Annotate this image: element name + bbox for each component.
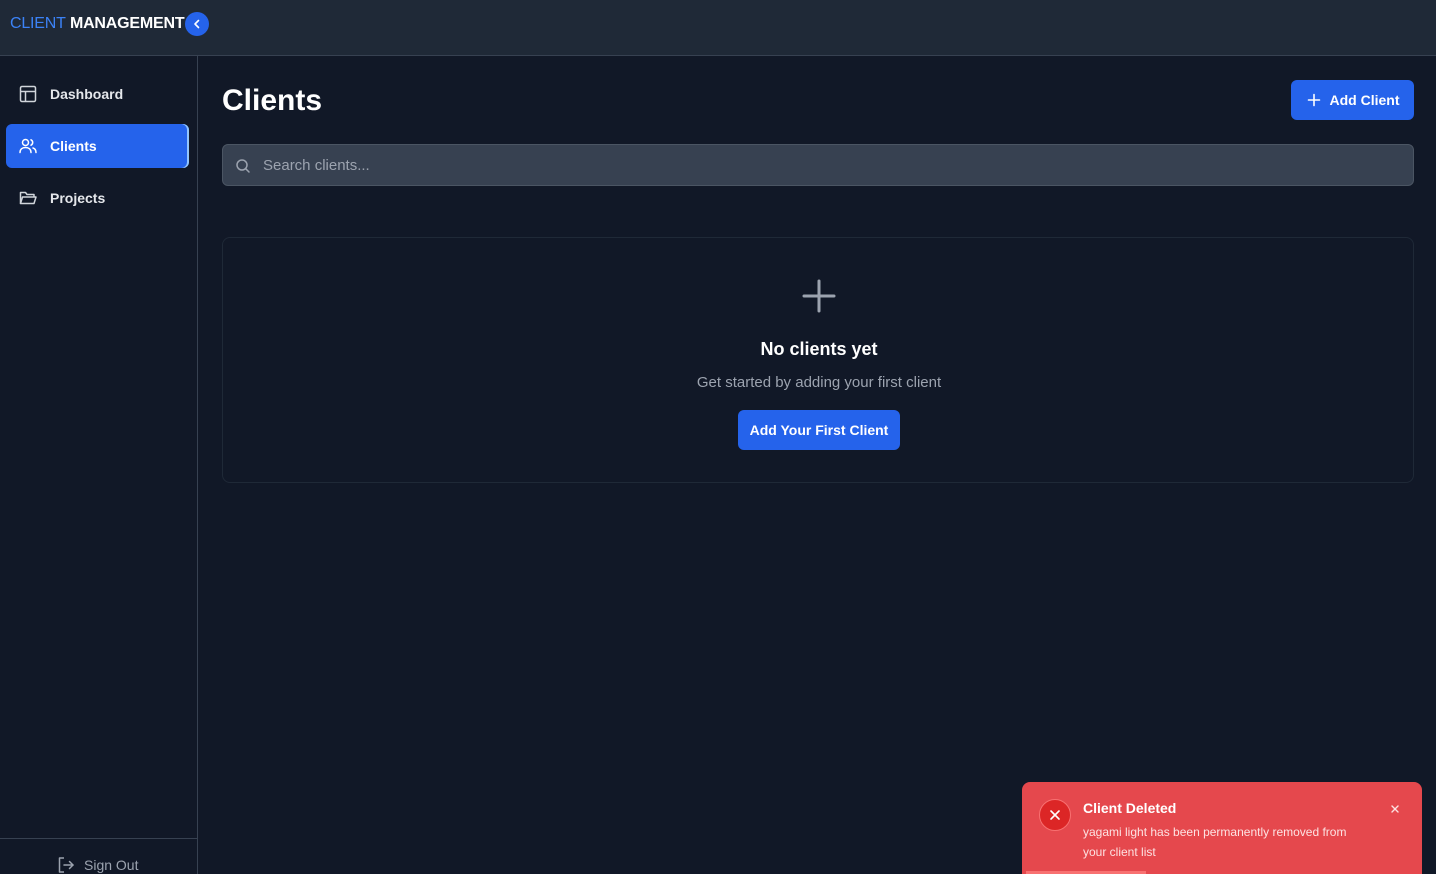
toast-title: Client Deleted	[1083, 800, 1177, 816]
search-box	[222, 144, 1414, 186]
users-icon	[18, 136, 38, 156]
sidebar-item-label: Projects	[50, 190, 106, 206]
add-client-button[interactable]: Add Client	[1291, 80, 1414, 120]
sidebar-item-label: Clients	[50, 138, 97, 154]
chevron-left-icon	[194, 19, 200, 29]
sign-out-label: Sign Out	[84, 857, 139, 873]
empty-state-subtitle: Get started by adding your first client	[696, 374, 942, 391]
layout-icon	[18, 84, 38, 104]
top-bar: CLIENT MANAGEMENT	[0, 0, 1436, 56]
page-title: Clients	[222, 84, 323, 117]
plus-icon	[802, 279, 836, 313]
plus-icon	[1306, 92, 1322, 108]
brand-name: MANAGEMENT	[69, 15, 185, 32]
sidebar-item-clients[interactable]: Clients	[6, 124, 189, 168]
toast-message: yagami light has been permanently remove…	[1083, 825, 1347, 859]
toast-notification: Client Deleted yagami light has been per…	[1022, 782, 1422, 874]
search-input[interactable]	[263, 145, 1403, 185]
empty-state-title: No clients yet	[760, 339, 878, 359]
sidebar: Dashboard Clients Projects Sign Out	[0, 56, 198, 874]
add-client-label: Add Client	[1329, 92, 1400, 108]
sidebar-item-projects[interactable]: Projects	[6, 176, 189, 220]
empty-state-card: No clients yet Get started by adding you…	[222, 237, 1414, 483]
sidebar-item-dashboard[interactable]: Dashboard	[6, 72, 189, 116]
folder-icon	[18, 188, 38, 208]
search-icon	[235, 158, 251, 174]
sidebar-item-label: Dashboard	[50, 86, 124, 102]
app-logo: CLIENT MANAGEMENT	[10, 15, 185, 33]
logout-icon	[56, 855, 76, 874]
brand-accent: CLIENT	[10, 15, 66, 32]
toast-close-button[interactable]	[1388, 802, 1402, 816]
sidebar-footer: Sign Out	[0, 838, 197, 874]
close-icon	[1391, 805, 1399, 813]
error-icon	[1039, 799, 1071, 831]
sidebar-collapse-button[interactable]	[185, 12, 209, 36]
sign-out-button[interactable]: Sign Out	[56, 855, 138, 874]
add-first-client-button[interactable]: Add Your First Client	[738, 410, 900, 450]
